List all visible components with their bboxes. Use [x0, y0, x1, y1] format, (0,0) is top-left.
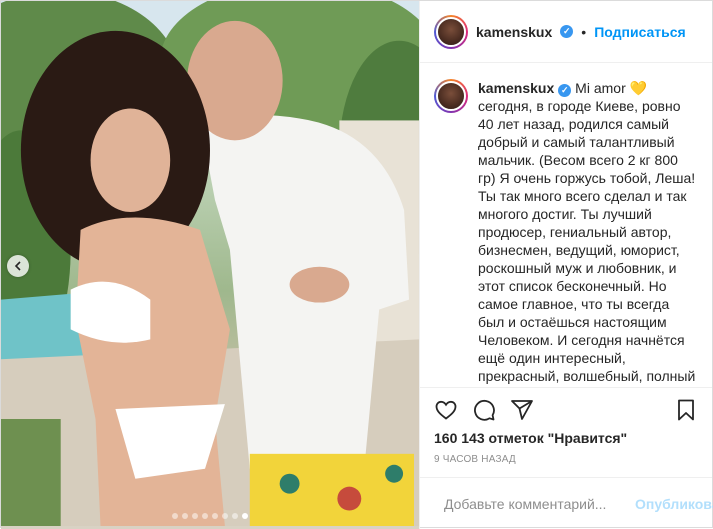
- comments-area[interactable]: kamenskux ✓ Mi amor 💛 сегодня, в городе К…: [420, 63, 712, 387]
- post-sidebar: kamenskux ✓ • Подписаться kamenskux ✓ Mi …: [419, 1, 713, 529]
- likes-count[interactable]: 160 143 отметок "Нравится": [434, 430, 698, 446]
- caption-author-username[interactable]: kamenskux: [478, 80, 554, 96]
- carousel-prev-button[interactable]: [7, 255, 29, 277]
- header-separator: •: [581, 23, 587, 40]
- carousel-dot: [202, 513, 208, 519]
- share-icon[interactable]: [510, 398, 534, 422]
- caption-text: Mi amor 💛 сегодня, в городе Киеве, ровно…: [478, 80, 696, 387]
- carousel-dot: [222, 513, 228, 519]
- add-comment-bar: Опубликовать: [420, 477, 713, 529]
- photo-illustration: [1, 1, 419, 527]
- post-actions: 160 143 отметок "Нравится" 9 ЧАСОВ НАЗАД: [420, 387, 712, 465]
- post-photo[interactable]: [1, 1, 419, 529]
- carousel-dot: [212, 513, 218, 519]
- carousel-dot: [172, 513, 178, 519]
- verified-badge-icon: ✓: [558, 83, 572, 97]
- carousel-indicator: [172, 513, 248, 519]
- carousel-dot: [182, 513, 188, 519]
- post-timestamp[interactable]: 9 ЧАСОВ НАЗАД: [434, 454, 698, 465]
- author-username[interactable]: kamenskux: [476, 24, 552, 40]
- action-icons: [434, 396, 698, 424]
- publish-button[interactable]: Опубликовать: [635, 496, 713, 512]
- comment-input[interactable]: [444, 495, 625, 512]
- bookmark-icon[interactable]: [674, 398, 698, 422]
- caption-author-avatar[interactable]: [434, 79, 468, 113]
- post-caption: kamenskux ✓ Mi amor 💛 сегодня, в городе К…: [478, 79, 698, 387]
- comment-icon[interactable]: [472, 398, 496, 422]
- chevron-left-icon: [14, 261, 21, 271]
- verified-badge-icon: ✓: [560, 25, 574, 38]
- heart-icon[interactable]: [434, 398, 458, 422]
- author-avatar[interactable]: [434, 14, 468, 49]
- carousel-dot: [192, 513, 198, 519]
- carousel-dot: [232, 513, 238, 519]
- post-header: kamenskux ✓ • Подписаться: [420, 1, 712, 63]
- instagram-post: kamenskux ✓ • Подписаться kamenskux ✓ Mi …: [0, 0, 713, 529]
- follow-button[interactable]: Подписаться: [594, 24, 686, 40]
- carousel-dot-active: [242, 513, 248, 519]
